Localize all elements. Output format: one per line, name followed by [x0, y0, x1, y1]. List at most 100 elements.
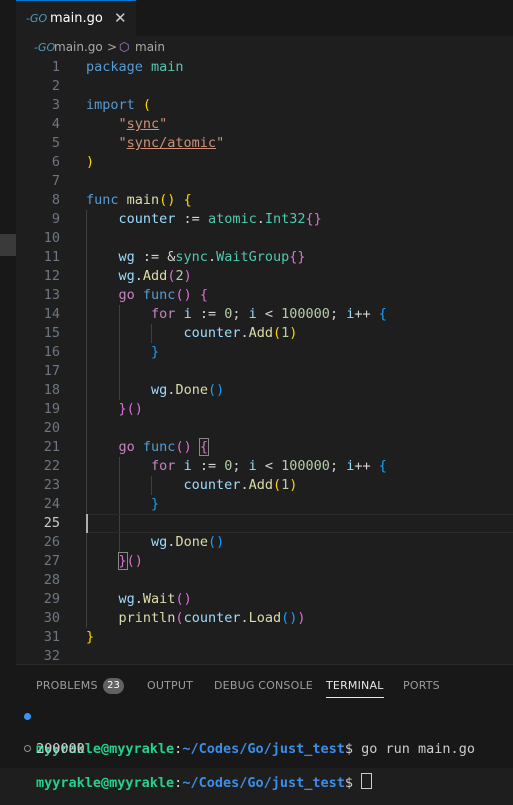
- code-text: }(): [86, 552, 143, 571]
- code-token: Done: [175, 534, 208, 550]
- code-token: (): [159, 192, 176, 208]
- code-token: func: [86, 192, 119, 208]
- code-line[interactable]: 29 wg.Wait(): [16, 590, 513, 609]
- code-line[interactable]: 19 }(): [16, 400, 513, 419]
- code-token: func: [142, 287, 176, 303]
- code-line[interactable]: 21 go func() {: [16, 438, 513, 457]
- code-line[interactable]: 7: [16, 172, 513, 191]
- code-token: (: [272, 477, 282, 493]
- line-number: 10: [43, 230, 60, 246]
- editor-tab-bar: -GO main.go ✕: [16, 0, 513, 36]
- code-line[interactable]: 3 import (: [16, 96, 513, 115]
- activity-bar: [0, 0, 16, 768]
- code-line[interactable]: 31}: [16, 628, 513, 647]
- code-token: (): [175, 287, 192, 303]
- line-number: 11: [43, 249, 60, 265]
- line-number: 3: [51, 97, 60, 113]
- code-line[interactable]: 22 for i := 0; i < 100000; i++ {: [16, 457, 513, 476]
- code-token: Add: [142, 268, 168, 284]
- code-token: <: [256, 458, 282, 474]
- code-text: }: [86, 628, 94, 647]
- code-line[interactable]: 13 go func() {: [16, 286, 513, 305]
- code-token: {}: [305, 211, 322, 227]
- code-line[interactable]: 15 counter.Add(1): [16, 324, 513, 343]
- code-line[interactable]: 10: [16, 229, 513, 248]
- code-line[interactable]: 16 }: [16, 343, 513, 362]
- code-line[interactable]: 2: [16, 77, 513, 96]
- code-text: counter := atomic.Int32{}: [86, 210, 322, 229]
- code-token: .: [240, 325, 249, 341]
- code-line[interactable]: 6): [16, 153, 513, 172]
- code-line[interactable]: 23 counter.Add(1): [16, 476, 513, 495]
- code-token: {}: [289, 249, 306, 265]
- code-line[interactable]: 17: [16, 362, 513, 381]
- code-line[interactable]: 30 println(counter.Load()): [16, 609, 513, 628]
- tab-main-go[interactable]: -GO main.go ✕: [16, 0, 136, 36]
- code-line[interactable]: 9 counter := atomic.Int32{}: [16, 210, 513, 229]
- code-line[interactable]: 18 wg.Done(): [16, 381, 513, 400]
- line-number: 4: [51, 116, 60, 132]
- tab-debug-console[interactable]: DEBUG CONSOLE: [214, 679, 313, 692]
- terminal-prompt-line[interactable]: myyrakle@myyrakle:~/Codes/Go/just_test$: [16, 741, 513, 791]
- line-number: 12: [43, 268, 60, 284]
- terminal-prompt: $: [344, 775, 354, 791]
- code-line[interactable]: 20: [16, 419, 513, 438]
- code-token: 2: [175, 268, 184, 284]
- symbol-icon: ⬡: [119, 40, 130, 54]
- code-line[interactable]: 24 }: [16, 495, 513, 514]
- line-number: 31: [43, 629, 60, 645]
- code-text: wg.Add(2): [86, 267, 192, 286]
- code-line[interactable]: 5 "sync/atomic": [16, 134, 513, 153]
- tab-problems[interactable]: PROBLEMS: [36, 679, 98, 692]
- code-editor[interactable]: 1 package main 2 3 import (4 "sync" 5 "sync/a…: [16, 58, 513, 664]
- tab-output[interactable]: OUTPUT: [147, 679, 193, 692]
- code-line[interactable]: 11 wg := &sync.WaitGroup{}: [16, 248, 513, 267]
- breadcrumb: -GO main.go > ⬡ main: [16, 36, 513, 58]
- code-line[interactable]: 1 package main: [16, 58, 513, 77]
- code-text: }: [86, 343, 159, 362]
- code-token: sync/atomic: [126, 135, 217, 151]
- code-line[interactable]: 12 wg.Add(2): [16, 267, 513, 286]
- code-token: .: [240, 610, 249, 626]
- code-text: func main() {: [86, 191, 192, 210]
- breadcrumb-file[interactable]: main.go: [54, 40, 103, 54]
- code-token: ): [289, 477, 298, 493]
- code-token: i: [183, 306, 192, 322]
- line-number: 15: [43, 325, 60, 341]
- code-line[interactable]: 28: [16, 571, 513, 590]
- breadcrumb-symbol[interactable]: main: [135, 40, 165, 54]
- code-line[interactable]: 14 for i := 0; i < 100000; i++ {: [16, 305, 513, 324]
- code-token: (): [207, 534, 225, 550]
- line-number: 14: [43, 306, 60, 322]
- tab-terminal[interactable]: TERMINAL: [326, 679, 384, 698]
- close-icon[interactable]: ✕: [114, 9, 127, 27]
- code-line[interactable]: 4 "sync": [16, 115, 513, 134]
- code-line[interactable]: 26 wg.Done(): [16, 533, 513, 552]
- command-status-dot-icon[interactable]: [24, 713, 31, 720]
- code-token: Add: [248, 477, 273, 493]
- code-token: main: [126, 192, 160, 208]
- sidebar-toggle-handle[interactable]: [0, 234, 16, 256]
- tab-ports[interactable]: PORTS: [403, 679, 440, 692]
- code-token: <: [256, 306, 282, 322]
- code-token: ++: [354, 306, 379, 322]
- code-line[interactable]: 32: [16, 647, 513, 664]
- code-line[interactable]: 25: [16, 514, 513, 533]
- code-line[interactable]: 8 func main() {: [16, 191, 513, 210]
- line-number: 7: [51, 173, 60, 189]
- code-token: .: [207, 249, 217, 265]
- code-line[interactable]: 27 }(): [16, 552, 513, 571]
- code-token: }: [86, 629, 95, 645]
- text-caret: [86, 514, 88, 533]
- code-token: ": [216, 135, 225, 151]
